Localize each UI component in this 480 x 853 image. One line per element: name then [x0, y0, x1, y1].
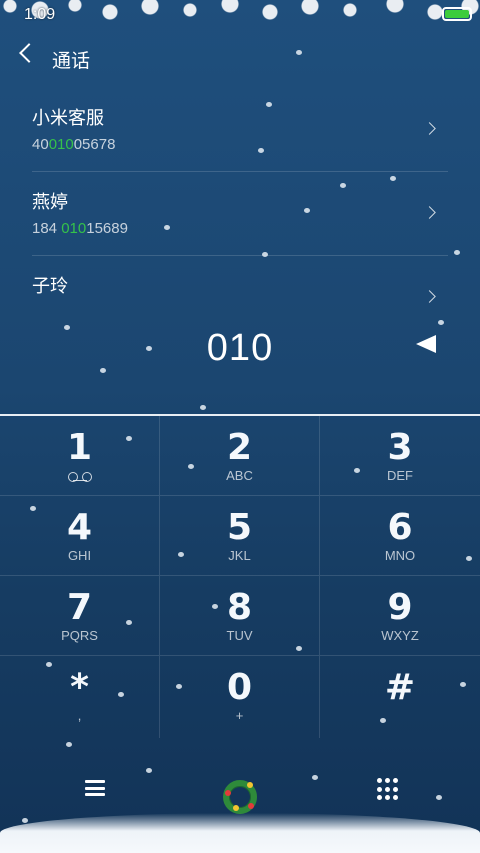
contact-name: 小米客服 — [32, 108, 104, 128]
snowflake — [188, 464, 194, 469]
snowflake — [436, 795, 442, 800]
voicemail-icon — [67, 472, 92, 482]
key-1[interactable]: 1 — [0, 416, 160, 496]
dialpad-icon[interactable] — [377, 778, 399, 802]
snowflake — [212, 604, 218, 609]
key-star[interactable]: * , — [0, 656, 160, 738]
header: 通话 — [0, 38, 480, 78]
contact-item[interactable]: 燕婷 184 01015689 — [32, 172, 448, 256]
snowflake — [390, 176, 396, 181]
snowflake — [200, 405, 206, 410]
status-bar: 1:09 — [0, 0, 480, 30]
contact-number: 4001005678 — [32, 136, 116, 153]
snowflake — [296, 646, 302, 651]
key-7[interactable]: 7 PQRS — [0, 576, 160, 656]
dial-input[interactable]: 010 — [0, 327, 480, 370]
snowflake — [304, 208, 310, 213]
contact-item[interactable]: 小米客服 4001005678 — [32, 88, 448, 172]
menu-icon[interactable] — [85, 780, 105, 796]
backspace-icon[interactable] — [416, 335, 436, 353]
key-9[interactable]: 9 WXYZ — [320, 576, 480, 656]
snowflake — [178, 552, 184, 557]
contact-name: 燕婷 — [32, 192, 68, 212]
snowflake — [30, 506, 36, 511]
snowflake — [66, 742, 72, 747]
snowflake — [46, 662, 52, 667]
key-6[interactable]: 6 MNO — [320, 496, 480, 576]
wreath-call-icon[interactable] — [223, 780, 257, 814]
snowflake — [340, 183, 346, 188]
snowflake — [312, 775, 318, 780]
snowflake — [22, 818, 28, 823]
snowflake — [438, 320, 444, 325]
key-3[interactable]: 3 DEF — [320, 416, 480, 496]
battery-icon — [442, 7, 472, 21]
page-title: 通话 — [52, 51, 91, 72]
snowflake — [100, 368, 106, 373]
snowflake — [258, 148, 264, 153]
snowflake — [466, 556, 472, 561]
snowflake — [64, 325, 70, 330]
snowflake — [146, 346, 152, 351]
snowflake — [126, 620, 132, 625]
snowflake — [454, 250, 460, 255]
snowflake — [164, 225, 170, 230]
snowflake — [126, 436, 132, 441]
contact-name: 子玲 — [32, 276, 68, 296]
contact-item[interactable]: 子玲 — [32, 256, 448, 306]
bottom-bar — [0, 768, 480, 818]
status-time: 1:09 — [24, 6, 56, 23]
key-5[interactable]: 5 JKL — [160, 496, 320, 576]
key-8[interactable]: 8 TUV — [160, 576, 320, 656]
contact-suggestion-list: 小米客服 4001005678 燕婷 184 01015689 子玲 — [32, 88, 448, 306]
snowflake — [460, 682, 466, 687]
keypad: 1 2 ABC 3 DEF 4 GHI 5 JKL 6 MNO 7 PQRS 8… — [0, 416, 480, 738]
back-icon[interactable] — [19, 43, 39, 63]
snowflake — [354, 468, 360, 473]
snowflake — [118, 692, 124, 697]
key-hash[interactable]: # — [320, 656, 480, 738]
snowflake — [296, 50, 302, 55]
snowflake — [176, 684, 182, 689]
contact-number: 184 01015689 — [32, 220, 128, 237]
snow-decoration-bottom — [0, 813, 480, 853]
snowflake — [146, 768, 152, 773]
key-2[interactable]: 2 ABC — [160, 416, 320, 496]
snowflake — [380, 718, 386, 723]
snowflake — [262, 252, 268, 257]
key-0[interactable]: 0 + — [160, 656, 320, 738]
snowflake — [266, 102, 272, 107]
key-4[interactable]: 4 GHI — [0, 496, 160, 576]
